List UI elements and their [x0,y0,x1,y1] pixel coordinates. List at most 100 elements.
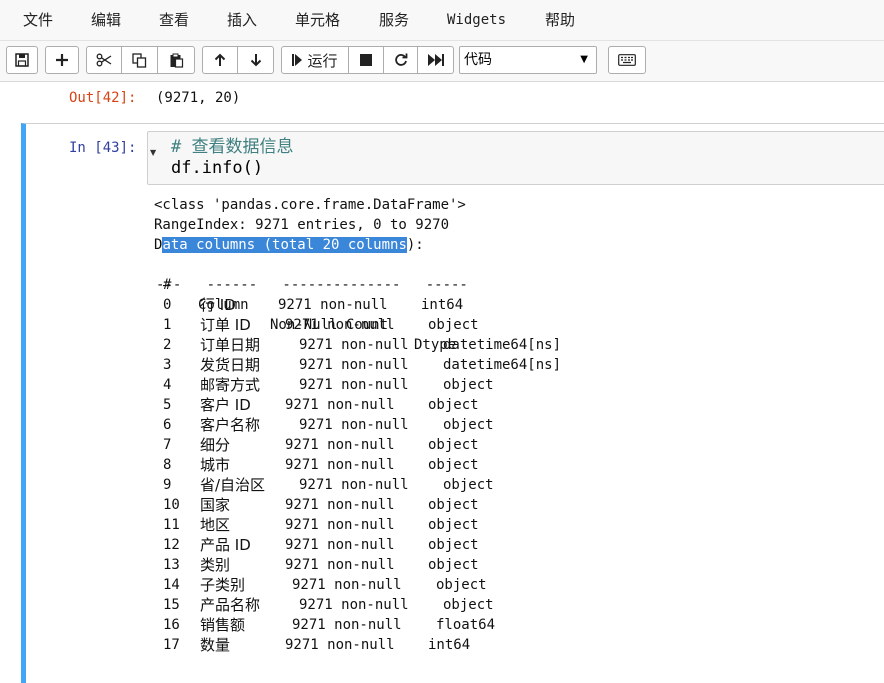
row-column-name: 订单日期 [200,336,261,354]
fast-forward-icon [427,54,444,66]
restart-run-all-button[interactable] [418,46,454,74]
collapse-arrow-icon[interactable]: ▼ [150,148,156,157]
row-dtype: int64 [421,297,464,313]
menu-edit[interactable]: 编辑 [91,10,121,30]
row-non-null-count: 9271 non-null [299,597,409,613]
info-row: 2 订单日期 9271 non-null datetime64[ns] [0,335,884,355]
row-non-null-count: 9271 non-null [285,457,395,473]
command-palette-button[interactable] [608,46,646,74]
output-class-line: <class 'pandas.core.frame.DataFrame'> [154,197,466,213]
menu-bar: 文件 编辑 查看 插入 单元格 服务 Widgets 帮助 [0,0,884,41]
row-index: 5 [163,397,172,413]
row-non-null-count: 9271 non-null [285,497,395,513]
row-non-null-count: 9271 non-null [285,317,395,333]
row-column-name: 国家 [200,496,231,514]
move-down-button[interactable] [238,46,274,74]
info-row: 17 数量 9271 non-null int64 [0,635,884,655]
row-index: 8 [163,457,172,473]
row-dtype: object [443,597,494,613]
menu-kernel[interactable]: 服务 [379,10,409,30]
menu-widgets[interactable]: Widgets [447,10,506,30]
row-non-null-count: 9271 non-null [292,617,402,633]
info-row: 6 客户名称 9271 non-null object [0,415,884,435]
info-row: 5 客户 ID 9271 non-null object [0,395,884,415]
row-column-name: 产品名称 [200,596,261,614]
cell-type-value: 代码 [464,52,492,68]
row-non-null-count: 9271 non-null [299,417,409,433]
row-column-name: 子类别 [200,576,246,594]
row-dtype: object [436,577,487,593]
row-non-null-count: 9271 non-null [299,477,409,493]
row-non-null-count: 9271 non-null [285,437,395,453]
row-non-null-count: 9271 non-null [285,397,395,413]
row-index: 1 [163,317,172,333]
cell-type-select[interactable]: 代码 ▼ [459,46,597,74]
row-dtype: object [428,497,479,513]
menu-cell[interactable]: 单元格 [295,10,340,30]
data-columns-post: ): [406,237,424,253]
copy-button[interactable] [122,46,158,74]
row-column-name: 类别 [200,556,231,574]
row-index: 16 [163,617,180,633]
row-dtype: int64 [428,637,471,653]
row-dtype: object [443,417,494,433]
in-prompt: In [43]: [69,140,137,156]
code-statement-line: df.info() [171,158,264,178]
info-row: 15 产品名称 9271 non-null object [0,595,884,615]
info-row: 12 产品 ID 9271 non-null object [0,535,884,555]
output-data-columns: Data columns (total 20 columns): [154,235,424,255]
info-row: 7 细分 9271 non-null object [0,435,884,455]
row-dtype: object [428,517,479,533]
row-index: 15 [163,597,180,613]
save-icon [15,53,29,67]
row-index: 6 [163,417,172,433]
row-dtype: object [443,377,494,393]
row-dtype: object [428,437,479,453]
menu-insert[interactable]: 插入 [227,10,257,30]
cut-button[interactable] [86,46,122,74]
row-dtype: object [428,397,479,413]
info-row: 16 销售额 9271 non-null float64 [0,615,884,635]
notebook-area: Out[42]: (9271, 20) In [43]: ▼ # 查看数据信息 … [0,82,884,683]
row-dtype: datetime64[ns] [443,337,562,353]
row-dtype: object [428,557,479,573]
row-dtype: object [428,457,479,473]
row-column-name: 产品 ID [200,536,251,554]
move-up-button[interactable] [202,46,238,74]
row-column-name: 省/自治区 [200,476,266,494]
menu-file[interactable]: 文件 [23,10,53,30]
info-row: 0 行 ID 9271 non-null int64 [0,295,884,315]
row-dtype: datetime64[ns] [443,357,562,373]
scissors-icon [96,53,112,67]
row-dtype: float64 [436,617,496,633]
info-row: 4 邮寄方式 9271 non-null object [0,375,884,395]
keyboard-icon [618,54,636,66]
interrupt-button[interactable] [349,46,384,74]
row-index: 17 [163,637,180,653]
row-index: 7 [163,437,172,453]
menu-help[interactable]: 帮助 [545,10,575,30]
run-button[interactable]: 运行 [281,46,349,74]
paste-button[interactable] [158,46,195,74]
info-row: 3 发货日期 9271 non-null datetime64[ns] [0,355,884,375]
arrow-up-icon [214,53,226,66]
info-separator-row: --- ------ -------------- ----- [156,277,468,293]
row-index: 2 [163,337,172,353]
info-row: 9 省/自治区 9271 non-null object [0,475,884,495]
row-column-name: 订单 ID [200,316,251,334]
restart-button[interactable] [384,46,418,74]
row-column-name: 客户 ID [200,396,251,414]
row-index: 14 [163,577,180,593]
plus-icon [56,54,68,66]
menu-view[interactable]: 查看 [159,10,189,30]
paste-icon [170,53,183,68]
row-dtype: object [428,317,479,333]
insert-cell-button[interactable] [45,46,79,74]
row-column-name: 销售额 [200,616,246,634]
row-index: 11 [163,517,180,533]
row-dtype: object [428,537,479,553]
row-column-name: 客户名称 [200,416,261,434]
row-column-name: 地区 [200,516,231,534]
save-button[interactable] [6,46,38,74]
row-non-null-count: 9271 non-null [299,337,409,353]
